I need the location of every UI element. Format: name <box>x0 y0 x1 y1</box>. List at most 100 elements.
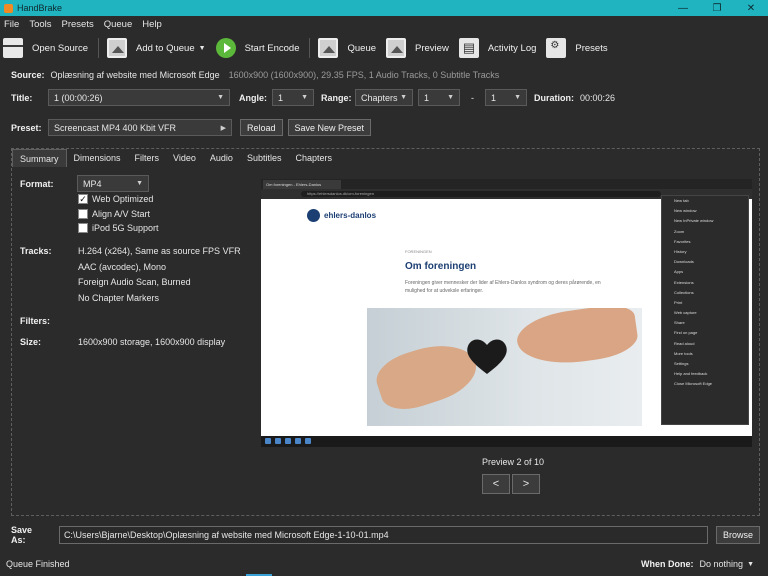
edge-icon <box>285 438 291 444</box>
start-encode-button[interactable]: Start Encode <box>215 36 299 60</box>
source-info: 1600x900 (1600x900), 29.35 FPS, 1 Audio … <box>228 70 500 80</box>
track-chapters: No Chapter Markers <box>78 293 160 303</box>
reload-button[interactable]: Reload <box>240 119 283 136</box>
chevron-down-icon[interactable]: ▼ <box>199 45 206 52</box>
chevron-down-icon[interactable]: ▼ <box>747 561 754 568</box>
range-label: Range: <box>321 92 352 103</box>
chevron-down-icon: ▼ <box>447 94 454 101</box>
preset-select[interactable]: Screencast MP4 400 Kbit VFR ▶ <box>48 119 232 136</box>
format-select[interactable]: MP4 ▼ <box>77 175 149 192</box>
duration-value: 00:00:26 <box>580 92 616 103</box>
tab-chapters[interactable]: Chapters <box>288 149 339 167</box>
browse-button[interactable]: Browse <box>715 525 760 544</box>
save-as-label: Save As: <box>11 524 33 545</box>
preview-next-button[interactable]: > <box>512 474 540 494</box>
menu-queue[interactable]: Queue <box>104 19 133 30</box>
menu-file[interactable]: File <box>4 19 19 30</box>
presets-icon <box>546 38 568 61</box>
tab-subtitles[interactable]: Subtitles <box>240 149 289 167</box>
activity-log-button[interactable]: Activity Log <box>458 36 536 60</box>
web-optimized-checkbox[interactable]: ✓ Web Optimized <box>78 194 153 204</box>
preview-menu-item: Apps <box>674 269 684 275</box>
menu-presets[interactable]: Presets <box>62 19 94 30</box>
checkmark-icon: ✓ <box>78 193 88 204</box>
save-new-preset-button[interactable]: Save New Preset <box>287 119 372 136</box>
preview-button[interactable]: Preview <box>386 36 449 60</box>
chevron-down-icon: ▼ <box>301 94 308 101</box>
save-path-field[interactable]: C:\Users\Bjarne\Desktop\Oplæsning af web… <box>58 525 708 544</box>
track-subtitle: Foreign Audio Scan, Burned <box>78 277 191 287</box>
preview-menu-item: Favorites <box>674 238 691 244</box>
preset-row: Preset: Screencast MP4 400 Kbit VFR ▶ Re… <box>11 119 372 136</box>
preview-menu-item: New window <box>674 208 697 214</box>
hand-right <box>513 308 641 371</box>
menu-help[interactable]: Help <box>142 19 162 30</box>
tab-bar: Summary Dimensions Filters Video Audio S… <box>12 149 339 167</box>
chevron-right-icon: ▶ <box>220 124 226 132</box>
preset-label: Preset: <box>11 122 42 133</box>
duration-label: Duration: <box>534 92 574 103</box>
close-icon[interactable]: ✕ <box>734 0 768 16</box>
save-as-row: Save As: C:\Users\Bjarne\Desktop\Oplæsni… <box>11 524 760 545</box>
tab-audio[interactable]: Audio <box>203 149 240 167</box>
preview-body-text: Foreningen giver mennesker der lider af … <box>405 280 601 294</box>
align-av-checkbox[interactable]: Align A/V Start <box>78 209 150 219</box>
size-value: 1600x900 storage, 1600x900 display <box>78 337 226 347</box>
maximize-icon[interactable]: ❐ <box>700 0 734 16</box>
menu-tools[interactable]: Tools <box>29 19 51 30</box>
preview-menu-item: Print <box>674 299 683 305</box>
toolbar: Open Source Add to Queue ▼ Start Encode … <box>0 33 768 63</box>
tab-dimensions[interactable]: Dimensions <box>67 149 128 167</box>
preview-menu-item: Downloads <box>674 259 694 265</box>
play-icon <box>215 38 236 58</box>
title-select[interactable]: 1 (00:00:26) ▼ <box>48 89 230 106</box>
site-logo-icon <box>307 209 320 222</box>
preview-browser-tab: Om foreningen - Ehlers-Danlos <box>263 180 341 189</box>
ipod-support-checkbox[interactable]: iPod 5G Support <box>78 223 159 233</box>
toolbar-divider <box>309 38 311 58</box>
when-done-select[interactable]: Do nothing <box>700 559 744 569</box>
range-start-select[interactable]: 1 ▼ <box>418 89 460 106</box>
heart-icon <box>467 339 507 374</box>
range-dash: - <box>471 92 474 103</box>
preview-caption: Preview 2 of 10 <box>482 457 545 467</box>
preview-prev-button[interactable]: < <box>482 474 510 494</box>
tab-video[interactable]: Video <box>166 149 203 167</box>
window-controls: — ❐ ✕ <box>666 0 768 16</box>
presets-button[interactable]: Presets <box>546 36 608 61</box>
minimize-icon[interactable]: — <box>666 0 700 16</box>
title-label: Title: <box>11 92 33 103</box>
preview-image: Om foreningen - Ehlers-Danlos https://eh… <box>261 179 752 447</box>
preview-menu-item: History <box>674 248 687 254</box>
format-label: Format: <box>20 179 54 189</box>
preview-url: https://ehlersdanlos.dk/om-foreningen <box>301 191 661 197</box>
tab-summary[interactable]: Summary <box>12 149 67 167</box>
toolbar-divider <box>97 38 99 58</box>
queue-button[interactable]: Queue <box>318 36 376 60</box>
add-to-queue-button[interactable]: Add to Queue ▼ <box>106 36 206 60</box>
chevron-down-icon: ▼ <box>217 94 224 101</box>
preview-menu-item: Share <box>674 320 685 326</box>
preview-taskbar-icons <box>265 438 315 444</box>
range-end-select[interactable]: 1 ▼ <box>485 89 527 106</box>
preview-menu-item: More tools <box>674 350 693 356</box>
tracks-label: Tracks: <box>20 246 52 256</box>
app-icon <box>305 438 311 444</box>
preview-menu-item: New tab <box>674 198 689 203</box>
tab-filters[interactable]: Filters <box>128 149 167 167</box>
open-source-button[interactable]: Open Source <box>3 36 88 60</box>
range-type-select[interactable]: Chapters ▼ <box>355 89 413 106</box>
menu-bar: File Tools Presets Queue Help <box>0 16 768 33</box>
search-icon <box>275 438 281 444</box>
chevron-down-icon: ▼ <box>514 94 521 101</box>
source-name: Oplæsning af website med Microsoft Edge <box>50 70 220 80</box>
preview-taskbar <box>261 436 752 447</box>
preview-icon <box>386 38 407 58</box>
preview-menu-item: Read aloud <box>674 340 695 346</box>
track-audio: AAC (avcodec), Mono <box>78 262 167 272</box>
angle-select[interactable]: 1 ▼ <box>272 89 314 106</box>
preview-browser-menu: New tab New window New InPrivate window Zoo… <box>661 195 749 425</box>
windows-icon <box>265 438 271 444</box>
queue-icon <box>318 38 339 58</box>
preview-heading: Om foreningen <box>405 261 477 272</box>
